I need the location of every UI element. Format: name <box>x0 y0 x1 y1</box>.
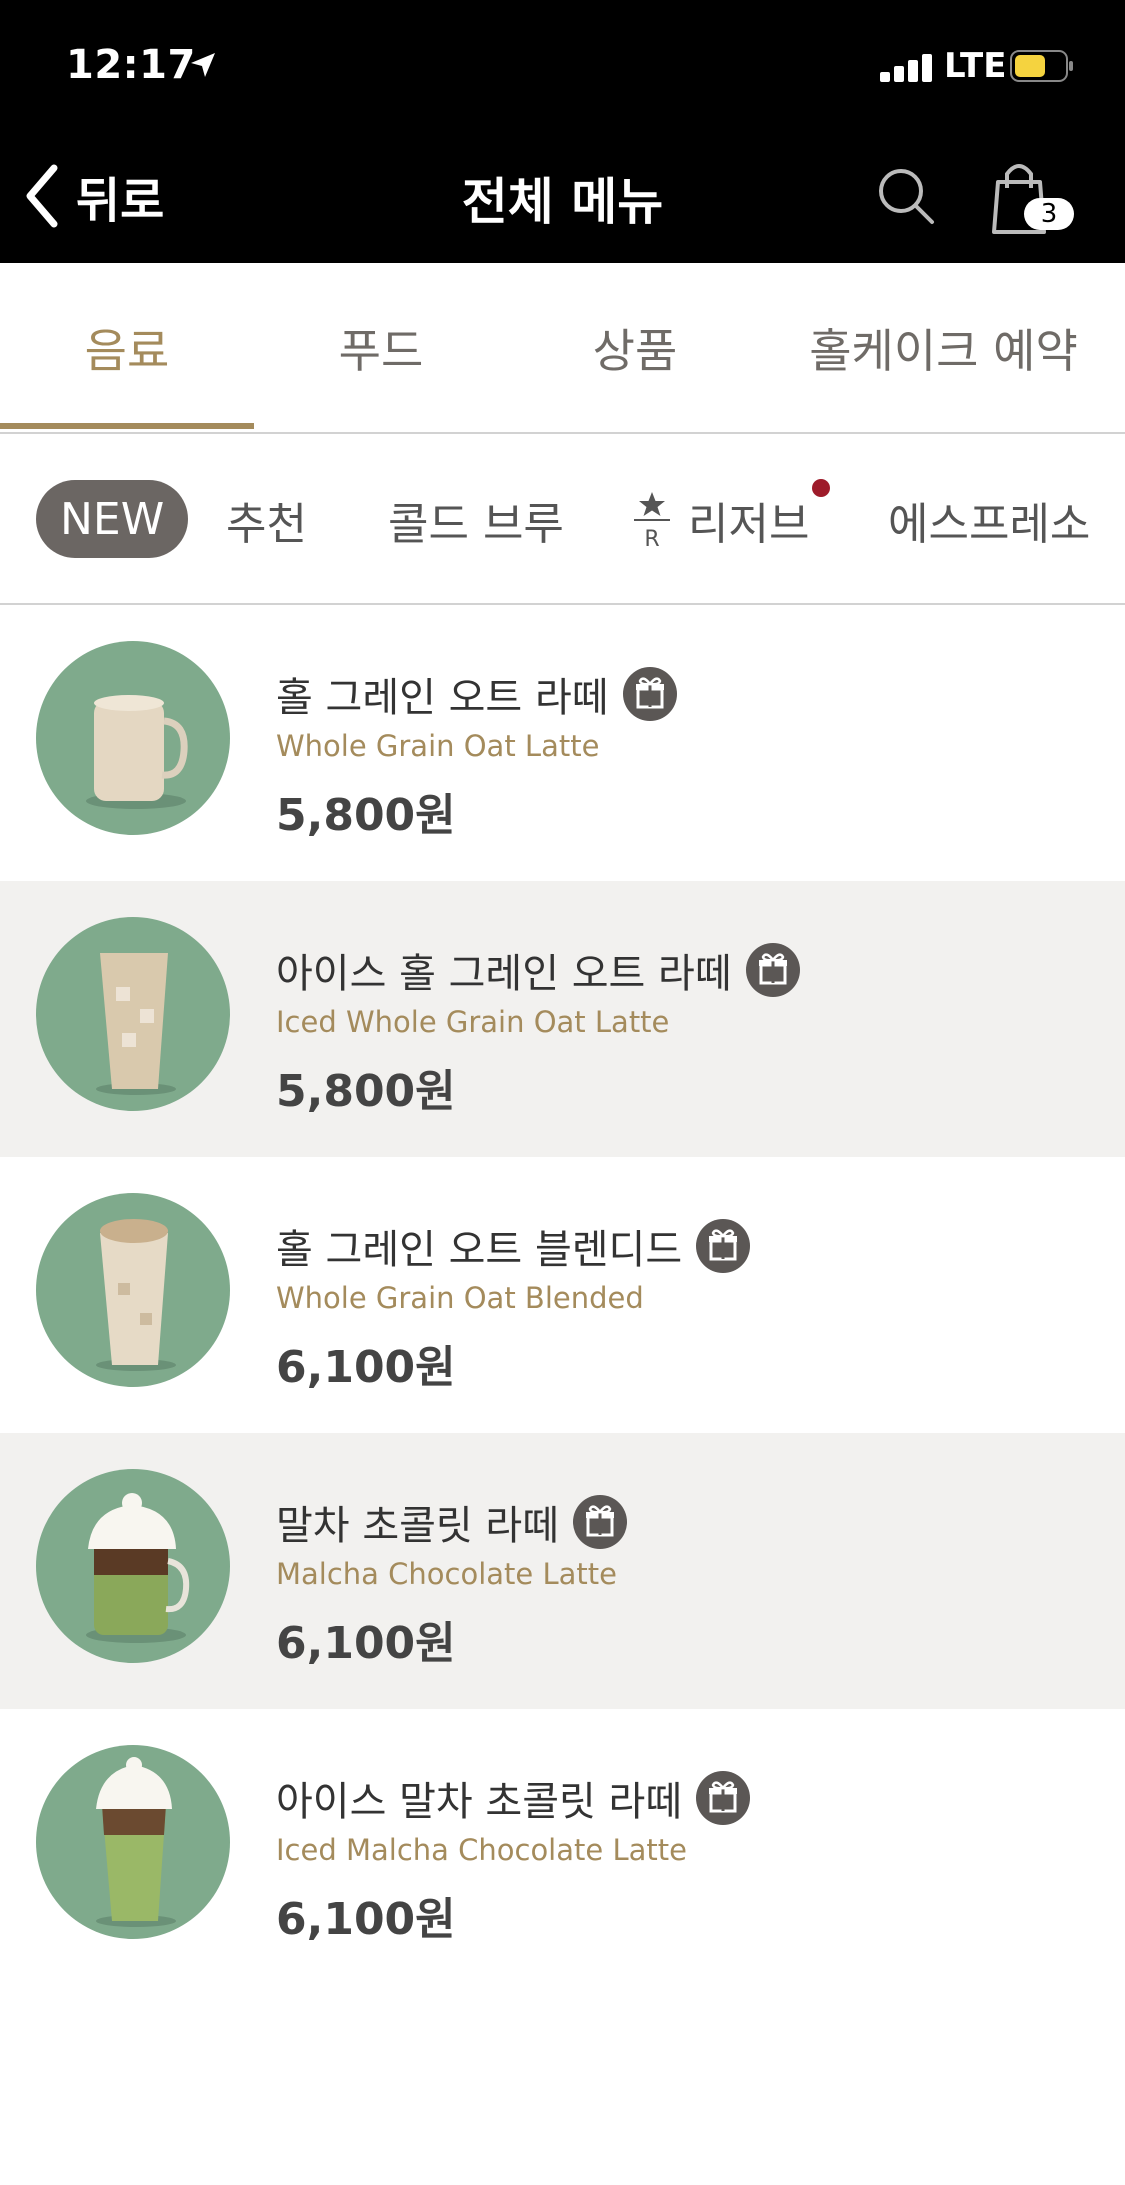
drink-image <box>36 917 230 1111</box>
menu-item-name-text: 홀 그레인 오트 라떼 <box>276 675 609 721</box>
gift-icon[interactable] <box>745 943 800 997</box>
menu-item-name-text: 아이스 홀 그레인 오트 라떼 <box>276 951 732 997</box>
tab-merchandise[interactable]: 상품 <box>508 263 762 433</box>
main-category-tabs: 음료 푸드 상품 홀케이크 예약 <box>0 263 1125 433</box>
subtab-new[interactable]: NEW <box>36 480 189 558</box>
list-item[interactable]: 홀 그레인 오트 라떼 Whole Grain Oat Latte 5,800원 <box>0 605 1125 881</box>
menu-item-english-name: Iced Whole Grain Oat Latte <box>276 1005 670 1039</box>
subtab-espresso[interactable]: 에스프레소 <box>888 480 1090 560</box>
list-item[interactable]: 아이스 홀 그레인 오트 라떼 Iced Whole Grain Oat Lat… <box>0 881 1125 1157</box>
cellular-signal-icon <box>880 52 940 82</box>
status-time: 12:17 <box>66 42 196 88</box>
drink-image <box>36 641 230 835</box>
menu-item-english-name: Iced Malcha Chocolate Latte <box>276 1833 687 1867</box>
cart-button[interactable]: 3 <box>990 160 1074 240</box>
gift-icon[interactable] <box>573 1495 628 1549</box>
page-title: 전체 메뉴 <box>461 173 664 231</box>
menu-item-name: 홀 그레인 오트 블렌디드 <box>276 1217 751 1275</box>
tab-food[interactable]: 푸드 <box>254 263 508 433</box>
menu-item-name: 홀 그레인 오트 라떼 <box>276 665 677 723</box>
subtab-reserve-label: 리저브 <box>688 499 810 550</box>
battery-icon <box>1010 50 1073 82</box>
menu-item-name-text: 홀 그레인 오트 블렌디드 <box>276 1227 683 1273</box>
drink-image <box>36 1469 230 1663</box>
menu-item-name: 말차 초콜릿 라떼 <box>276 1493 628 1551</box>
drink-image <box>36 1745 230 1939</box>
gift-icon[interactable] <box>696 1219 751 1273</box>
menu-item-english-name: Whole Grain Oat Blended <box>276 1281 644 1315</box>
reserve-star-icon: R <box>634 492 670 550</box>
drink-image <box>36 1193 230 1387</box>
menu-item-english-name: Malcha Chocolate Latte <box>276 1557 617 1591</box>
menu-list: 홀 그레인 오트 라떼 Whole Grain Oat Latte 5,800원… <box>0 605 1125 1985</box>
status-bar: 12:17 LTE <box>0 0 1125 130</box>
menu-item-price: 6,100원 <box>276 1342 456 1393</box>
svg-text:R: R <box>644 527 659 550</box>
active-tab-indicator <box>0 423 254 429</box>
subtab-reserve[interactable]: R 리저브 <box>632 480 809 560</box>
menu-item-name: 아이스 홀 그레인 오트 라떼 <box>276 941 800 999</box>
gift-icon[interactable] <box>622 667 677 721</box>
cart-count-badge: 3 <box>1024 198 1074 230</box>
menu-item-price: 5,800원 <box>276 1066 456 1117</box>
menu-item-price: 5,800원 <box>276 790 456 841</box>
list-item[interactable]: 홀 그레인 오트 블렌디드 Whole Grain Oat Blended 6,… <box>0 1157 1125 1433</box>
network-type: LTE <box>944 46 1007 86</box>
subtab-cold-brew[interactable]: 콜드 브루 <box>388 480 564 560</box>
menu-item-price: 6,100원 <box>276 1618 456 1669</box>
subcategory-tabs: NEW 추천 콜드 브루 R 리저브 에스프레소 <box>0 434 1125 604</box>
list-item[interactable]: 말차 초콜릿 라떼 Malcha Chocolate Latte 6,100원 <box>0 1433 1125 1709</box>
tab-beverage[interactable]: 음료 <box>0 263 254 433</box>
search-icon[interactable] <box>876 166 936 226</box>
notification-dot <box>812 479 830 497</box>
menu-item-price: 6,100원 <box>276 1894 456 1945</box>
list-item[interactable]: 아이스 말차 초콜릿 라떼 Iced Malcha Chocolate Latt… <box>0 1709 1125 1985</box>
menu-item-name-text: 아이스 말차 초콜릿 라떼 <box>276 1779 683 1825</box>
menu-item-name-text: 말차 초콜릿 라떼 <box>276 1503 560 1549</box>
gift-icon[interactable] <box>696 1771 751 1825</box>
navigation-bar: 뒤로 전체 메뉴 3 <box>0 130 1125 263</box>
location-arrow-icon <box>191 53 215 77</box>
tab-whole-cake-reservation[interactable]: 홀케이크 예약 <box>762 263 1125 433</box>
subtab-recommended[interactable]: 추천 <box>226 480 307 560</box>
menu-item-english-name: Whole Grain Oat Latte <box>276 729 600 763</box>
menu-item-name: 아이스 말차 초콜릿 라떼 <box>276 1769 751 1827</box>
